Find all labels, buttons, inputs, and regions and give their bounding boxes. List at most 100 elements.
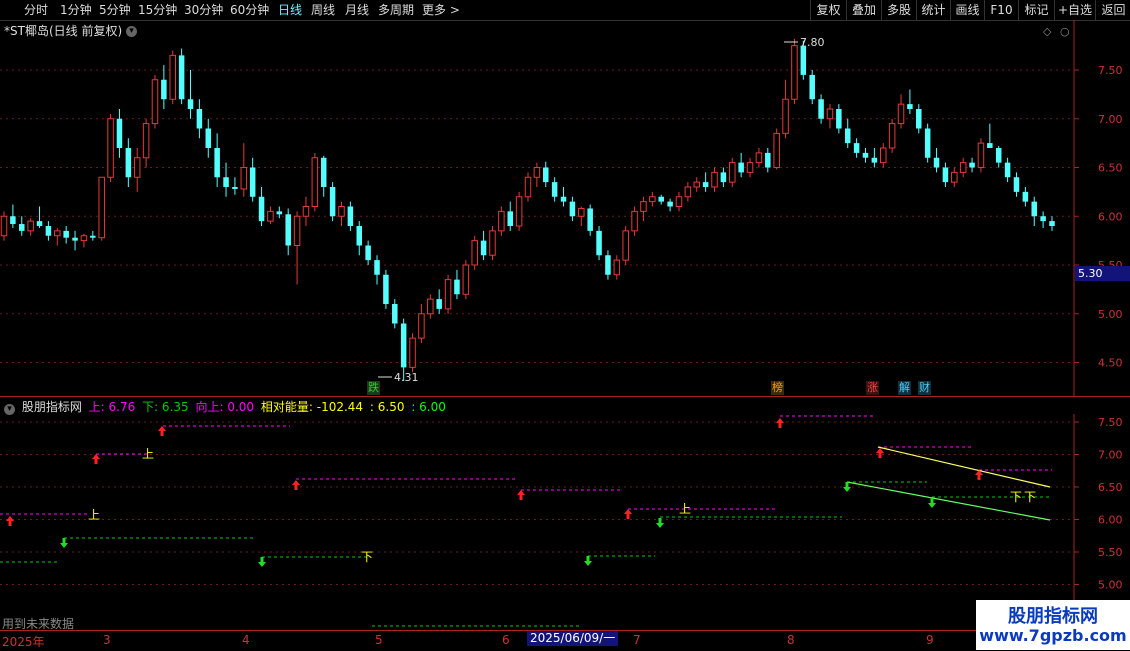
indicator-chart[interactable]: 7.50 7.00 6.50 6.00 5.50 5.00 上 上 下 上 下 下 — [0, 414, 1130, 627]
price-tick-label: 7.00 — [1098, 113, 1123, 126]
candle-body-down — [1040, 216, 1046, 222]
indicator-v2-value: : 6.00 — [411, 400, 446, 414]
badge-rise[interactable]: 涨 — [866, 381, 879, 395]
back-button[interactable]: 返回 — [1095, 0, 1130, 20]
badge-unlock[interactable]: 解 — [898, 381, 911, 395]
indicator-header: ▾ 股朋指标网 上: 6.76 下: 6.35 向上: 0.00 相对能量: -… — [4, 398, 449, 415]
candle-body-down — [836, 109, 842, 129]
candle-body-down — [214, 148, 220, 178]
period-tab-monthly[interactable]: 月线 — [345, 2, 369, 18]
indicator-tick-label: 7.50 — [1098, 416, 1123, 429]
candle-body-up — [302, 206, 310, 217]
candle-body-up — [169, 54, 176, 100]
period-tab-15min[interactable]: 15分钟 — [138, 2, 177, 18]
candle-body-down — [871, 157, 878, 163]
resistance-levels — [0, 415, 1052, 515]
candle-body-down — [560, 196, 567, 202]
candle-body-up — [773, 132, 780, 168]
candle-body-down — [844, 128, 851, 144]
mark-button[interactable]: 标记 — [1018, 0, 1054, 20]
date-label: 9 — [926, 633, 934, 647]
candle-body-down — [569, 201, 576, 217]
period-tab-60min[interactable]: 60分钟 — [230, 2, 269, 18]
date-label: 3 — [103, 633, 111, 647]
add-favorite-button[interactable]: +自选 — [1054, 0, 1095, 20]
candle-body-down — [45, 226, 52, 236]
candle-body-down — [907, 104, 913, 109]
drawing-button[interactable]: 画线 — [950, 0, 984, 20]
candle-body-down — [205, 128, 212, 148]
candle-body-down — [800, 45, 807, 75]
overlay-button[interactable]: 叠加 — [846, 0, 881, 20]
candle-body-down — [249, 167, 256, 197]
date-label: 7 — [633, 633, 641, 647]
candle-body-up — [977, 142, 985, 168]
period-tab-daily[interactable]: 日线 — [278, 2, 302, 18]
text-mark-up: 上 — [142, 447, 154, 461]
candle-body-down — [276, 211, 283, 215]
period-tab-weekly[interactable]: 周线 — [311, 2, 335, 18]
candle-body-down — [454, 279, 460, 295]
candle-body-up — [311, 157, 319, 207]
period-tab-multi[interactable]: 多周期 — [378, 2, 414, 18]
candle-body-down — [19, 224, 25, 231]
badge-finance[interactable]: 财 — [918, 381, 931, 395]
date-axis: 2025年 3 4 5 6 7 8 9 — [0, 630, 976, 651]
sell-arrow-icon — [656, 518, 664, 528]
multi-stock-button[interactable]: 多股 — [881, 0, 916, 20]
candle-body-up — [444, 279, 452, 310]
candle-body-up — [613, 259, 621, 276]
statistics-button[interactable]: 统计 — [916, 0, 950, 20]
low-price-label: 4.31 — [394, 371, 419, 384]
sell-arrow-icon — [60, 538, 68, 548]
period-tab-timeshare[interactable]: 分时 — [24, 2, 48, 18]
candle-body-down — [738, 162, 744, 173]
date-label: 8 — [787, 633, 795, 647]
text-mark-down: 下 — [1010, 490, 1022, 504]
candle-body-up — [675, 196, 683, 207]
candle-body-up — [729, 162, 736, 183]
candle-body-down — [480, 240, 487, 256]
candle-body-up — [418, 313, 425, 339]
indicator-energy-value: 相对能量: -102.44 — [260, 400, 364, 414]
candle-body-up — [27, 220, 34, 232]
badge-list[interactable]: 榜 — [771, 381, 784, 395]
candle-body-up — [489, 230, 496, 256]
panel-divider — [0, 396, 1130, 397]
restore-rights-button[interactable]: 复权 — [810, 0, 846, 20]
candle-body-down — [258, 196, 265, 222]
candle-body-down — [933, 157, 940, 168]
candle-body-down — [400, 323, 407, 368]
period-tab-5min[interactable]: 5分钟 — [99, 2, 131, 18]
candle-body-up — [631, 210, 638, 232]
diamond-icon[interactable]: ◇ — [1043, 25, 1052, 38]
price-tick-label: 5.00 — [1098, 308, 1123, 321]
candle-body-up — [711, 171, 718, 188]
candle-body-up — [640, 201, 647, 212]
signal-arrows — [6, 418, 983, 567]
f10-button[interactable]: F10 — [984, 0, 1018, 20]
sell-arrow-icon — [843, 482, 851, 492]
badge-fall[interactable]: 跌 — [367, 381, 380, 395]
candle-body-up — [427, 298, 434, 315]
date-label: 6 — [502, 633, 510, 647]
period-tab-1min[interactable]: 1分钟 — [60, 2, 92, 18]
candle-body-up — [897, 103, 905, 125]
candle-body-down — [392, 304, 398, 324]
candle-body-down — [658, 196, 664, 202]
candle-body-up — [578, 207, 585, 217]
indicator-tick-label: 6.00 — [1098, 514, 1123, 527]
settings-icon[interactable]: ○ — [1060, 25, 1070, 38]
candlestick-chart[interactable]: 7.507.006.506.005.505.004.50 7.80 4.31 ◇… — [0, 20, 1130, 396]
signal-text-marks: 上 上 下 上 下 下 — [88, 447, 1036, 564]
period-tab-30min[interactable]: 30分钟 — [184, 2, 223, 18]
candle-body-up — [151, 79, 159, 125]
candle-body-up — [533, 167, 541, 178]
candle-body-down — [36, 221, 43, 226]
indicator-name[interactable]: 股朋指标网 — [22, 400, 82, 414]
candle-body-up — [80, 235, 88, 242]
candle-body-down — [543, 167, 549, 183]
period-tab-more[interactable]: 更多 > — [422, 2, 460, 18]
price-tick-label: 7.50 — [1098, 64, 1123, 77]
candle-body-down — [765, 152, 771, 168]
